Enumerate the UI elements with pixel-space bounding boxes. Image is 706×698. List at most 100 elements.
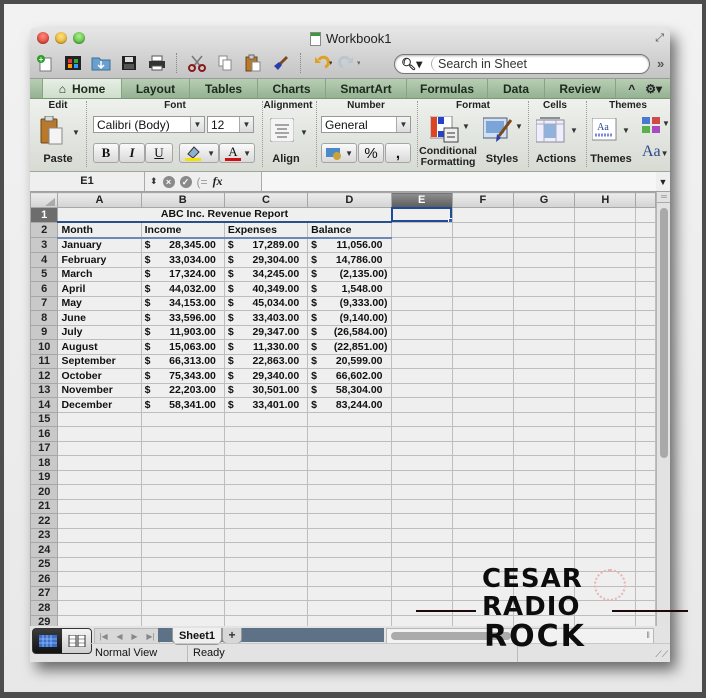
accounting-format-button[interactable]: ▼: [321, 143, 357, 163]
new-workbook-icon[interactable]: +: [34, 53, 56, 73]
formula-input[interactable]: [262, 172, 656, 191]
empty-cell[interactable]: [223, 484, 309, 500]
empty-cell[interactable]: [307, 440, 392, 456]
row-header[interactable]: 16: [30, 426, 59, 442]
cell-income[interactable]: $33,596.00: [140, 310, 225, 326]
split-handle-icon[interactable]: ‖: [646, 630, 650, 640]
name-box[interactable]: E1: [30, 172, 145, 191]
empty-cell[interactable]: [451, 310, 514, 326]
empty-cell[interactable]: [140, 498, 225, 514]
empty-cell[interactable]: [512, 324, 576, 340]
cell-month[interactable]: September: [57, 353, 142, 369]
empty-cell[interactable]: [390, 324, 453, 340]
format-painter-icon[interactable]: [270, 53, 292, 73]
empty-cell[interactable]: [390, 455, 453, 471]
header-expenses[interactable]: Expenses: [223, 221, 309, 239]
row-header[interactable]: 14: [30, 397, 59, 413]
paste-icon[interactable]: [242, 53, 264, 73]
empty-cell[interactable]: [390, 571, 453, 587]
empty-cell[interactable]: [307, 411, 392, 427]
cell-balance[interactable]: $20,599.00: [307, 353, 392, 369]
font-name-select[interactable]: Calibri (Body) ▼: [93, 116, 205, 133]
empty-cell[interactable]: [223, 585, 309, 601]
empty-cell[interactable]: [223, 513, 309, 529]
empty-cell[interactable]: [57, 484, 142, 500]
empty-cell[interactable]: [307, 585, 392, 601]
empty-cell[interactable]: [307, 571, 392, 587]
empty-cell[interactable]: [223, 411, 309, 427]
empty-cell[interactable]: [451, 281, 514, 297]
actions-button[interactable]: ▼ Actions: [532, 116, 582, 166]
cell-balance[interactable]: $ (26,584.00): [307, 324, 392, 340]
empty-cell[interactable]: [57, 426, 142, 442]
cell-expenses[interactable]: $40,349.00: [223, 281, 309, 297]
empty-cell[interactable]: [574, 571, 637, 587]
empty-cell[interactable]: [57, 614, 142, 626]
empty-cell[interactable]: [223, 455, 309, 471]
empty-cell[interactable]: [574, 295, 637, 311]
report-title-cell[interactable]: ABC Inc. Revenue Report: [57, 206, 392, 223]
search-sheet-field[interactable]: 🔍︎▾ Search in Sheet: [394, 54, 650, 74]
empty-cell[interactable]: [574, 455, 637, 471]
empty-cell[interactable]: [57, 600, 142, 616]
empty-cell[interactable]: [140, 571, 225, 587]
row-header[interactable]: 7: [30, 295, 59, 311]
row-header[interactable]: 15: [30, 411, 59, 427]
empty-cell[interactable]: [574, 484, 637, 500]
empty-cell[interactable]: [574, 600, 637, 616]
cell-expenses[interactable]: $30,501.00: [223, 382, 309, 398]
underline-button[interactable]: U: [145, 143, 173, 163]
vertical-scrollbar[interactable]: ═: [656, 192, 670, 626]
empty-cell[interactable]: [451, 353, 514, 369]
empty-cell[interactable]: [57, 440, 142, 456]
empty-cell[interactable]: [140, 585, 225, 601]
copy-icon[interactable]: [214, 53, 236, 73]
select-all-corner[interactable]: [30, 192, 59, 208]
empty-cell[interactable]: [390, 600, 453, 616]
cell-balance[interactable]: $1,548.00: [307, 281, 392, 297]
page-layout-view-button[interactable]: [62, 629, 91, 653]
tab-layout[interactable]: Layout: [122, 79, 190, 98]
search-input[interactable]: Search in Sheet: [431, 56, 649, 72]
empty-cell[interactable]: [512, 266, 576, 282]
cell-balance[interactable]: $ (9,333.00): [307, 295, 392, 311]
empty-cell[interactable]: [451, 266, 514, 282]
empty-cell[interactable]: [574, 498, 637, 514]
row-header[interactable]: 27: [30, 585, 59, 601]
empty-cell[interactable]: [512, 252, 576, 268]
zoom-button[interactable]: [73, 32, 85, 44]
empty-cell[interactable]: [451, 498, 514, 514]
empty-cell[interactable]: [512, 295, 576, 311]
tab-formulas[interactable]: Formulas: [407, 79, 488, 98]
align-button[interactable]: ▼ Align: [268, 116, 312, 166]
row-header[interactable]: 9: [30, 324, 59, 340]
empty-cell[interactable]: [57, 527, 142, 543]
fullscreen-icon[interactable]: ⤢: [655, 32, 664, 45]
empty-cell[interactable]: [307, 513, 392, 529]
empty-cell[interactable]: [574, 266, 637, 282]
empty-cell[interactable]: [451, 556, 514, 572]
empty-cell[interactable]: [223, 469, 309, 485]
empty-cell[interactable]: [57, 542, 142, 558]
prev-sheet-icon[interactable]: ◀: [116, 632, 122, 641]
tab-home[interactable]: ⌂ Home: [43, 79, 122, 98]
empty-cell[interactable]: [512, 382, 576, 398]
row-header[interactable]: 17: [30, 440, 59, 456]
cell-income[interactable]: $15,063.00: [140, 339, 225, 355]
column-header[interactable]: H: [574, 192, 637, 208]
cell-income[interactable]: $33,034.00: [140, 252, 225, 268]
empty-cell[interactable]: [574, 527, 637, 543]
empty-cell[interactable]: [140, 556, 225, 572]
cell-income[interactable]: $28,345.00: [140, 237, 225, 253]
close-button[interactable]: [37, 32, 49, 44]
minimize-button[interactable]: [55, 32, 67, 44]
empty-cell[interactable]: [451, 542, 514, 558]
empty-cell[interactable]: [512, 368, 576, 384]
empty-cell[interactable]: [307, 455, 392, 471]
empty-cell[interactable]: [307, 614, 392, 626]
confirm-formula-icon[interactable]: ✓: [179, 175, 192, 188]
tab-charts[interactable]: Charts: [258, 79, 326, 98]
name-box-stepper-icon[interactable]: ⬍: [150, 176, 158, 187]
empty-cell[interactable]: [390, 368, 453, 384]
cell-month[interactable]: April: [57, 281, 142, 297]
